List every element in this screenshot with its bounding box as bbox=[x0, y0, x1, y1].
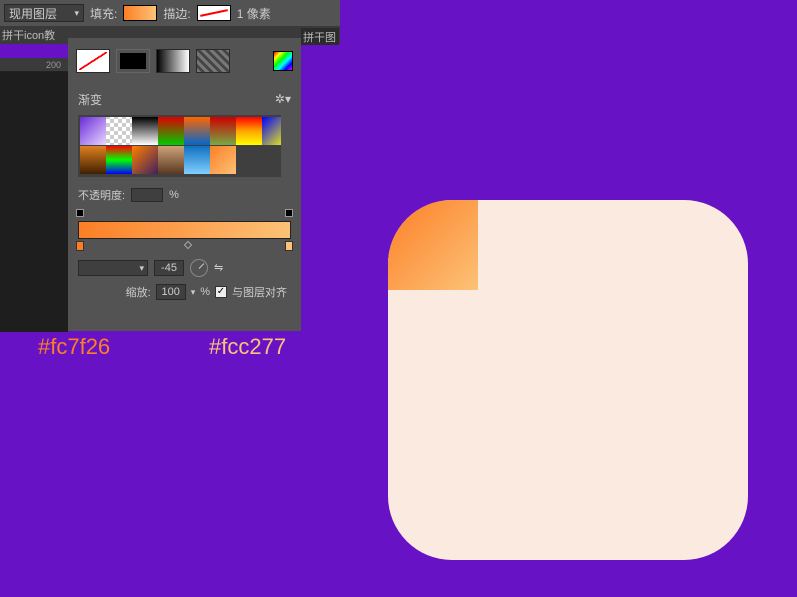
preset-swatch[interactable] bbox=[184, 146, 210, 174]
preset-swatch[interactable] bbox=[236, 117, 262, 145]
color-stop-left[interactable] bbox=[76, 241, 84, 251]
fill-none-button[interactable] bbox=[76, 49, 110, 73]
layer-mode-select[interactable]: 现用图层 ▾ bbox=[4, 4, 84, 22]
gradient-title: 渐变 bbox=[78, 91, 102, 108]
opacity-unit: % bbox=[169, 189, 179, 201]
gradient-bar[interactable] bbox=[78, 221, 291, 239]
chevron-down-icon: ▾ bbox=[139, 263, 144, 274]
gear-icon[interactable]: ✲▾ bbox=[275, 92, 291, 106]
zoom-label: 缩放: bbox=[126, 284, 151, 300]
preset-swatch[interactable] bbox=[210, 146, 236, 174]
stroke-label: 描边: bbox=[163, 5, 190, 22]
tab-left[interactable]: 拼干icon教 bbox=[2, 27, 55, 43]
chevron-down-icon: ▾ bbox=[74, 8, 79, 19]
fill-style-popup bbox=[68, 38, 301, 83]
preset-swatch[interactable] bbox=[158, 146, 184, 174]
angle-input[interactable]: -45 bbox=[154, 260, 184, 276]
ruler-tick: 200 bbox=[46, 60, 61, 70]
gradient-panel: 渐变 ✲▾ 不透明度: % bbox=[68, 83, 301, 331]
opacity-stop[interactable] bbox=[76, 209, 84, 217]
opacity-stop[interactable] bbox=[285, 209, 293, 217]
preset-swatch[interactable] bbox=[184, 117, 210, 145]
gradient-editor bbox=[78, 209, 291, 255]
preset-swatch[interactable] bbox=[80, 117, 106, 145]
tab-right[interactable]: 拼干图 bbox=[301, 28, 339, 45]
ruler: 200 bbox=[0, 58, 69, 72]
gradient-presets bbox=[78, 115, 291, 177]
preset-swatch[interactable] bbox=[106, 117, 132, 145]
preset-swatch[interactable] bbox=[106, 146, 132, 174]
gradient-type-select[interactable]: ▾ bbox=[78, 260, 148, 276]
chevron-down-icon[interactable]: ▾ bbox=[191, 287, 196, 298]
angle-dial[interactable] bbox=[190, 259, 208, 277]
canvas-edge bbox=[0, 72, 68, 332]
hex-annotation-2: #fcc277 bbox=[209, 334, 286, 360]
preset-swatch[interactable] bbox=[132, 117, 158, 145]
layer-mode-label: 现用图层 bbox=[9, 5, 57, 22]
color-picker-button[interactable] bbox=[273, 51, 293, 71]
opacity-input[interactable] bbox=[131, 188, 163, 202]
preset-swatch[interactable] bbox=[210, 117, 236, 145]
hex-annotation-1: #fc7f26 bbox=[38, 334, 110, 360]
fill-swatch[interactable] bbox=[123, 5, 157, 21]
icon-corner-gradient bbox=[388, 200, 478, 290]
zoom-input[interactable]: 100 bbox=[156, 284, 186, 300]
options-bar: 现用图层 ▾ 填充: 描边: 1 像素 bbox=[0, 0, 340, 26]
stroke-swatch[interactable] bbox=[197, 5, 231, 21]
fill-gradient-button[interactable] bbox=[156, 49, 190, 73]
tab-right-label: 拼干图 bbox=[303, 29, 336, 45]
reverse-icon[interactable]: ⇋ bbox=[214, 261, 228, 275]
stroke-size: 1 像素 bbox=[237, 5, 271, 22]
preset-swatch[interactable] bbox=[80, 146, 106, 174]
align-label: 与图层对齐 bbox=[232, 284, 287, 300]
fill-pattern-button[interactable] bbox=[196, 49, 230, 73]
align-checkbox[interactable]: ✓ bbox=[215, 286, 227, 298]
preset-scrollbar[interactable] bbox=[281, 115, 291, 177]
fill-label: 填充: bbox=[90, 5, 117, 22]
preset-swatch[interactable] bbox=[132, 146, 158, 174]
opacity-label: 不透明度: bbox=[78, 187, 125, 203]
fill-solid-button[interactable] bbox=[116, 49, 150, 73]
zoom-unit: % bbox=[200, 286, 210, 298]
icon-preview bbox=[388, 200, 748, 560]
color-stop-right[interactable] bbox=[285, 241, 293, 251]
preset-swatch[interactable] bbox=[158, 117, 184, 145]
